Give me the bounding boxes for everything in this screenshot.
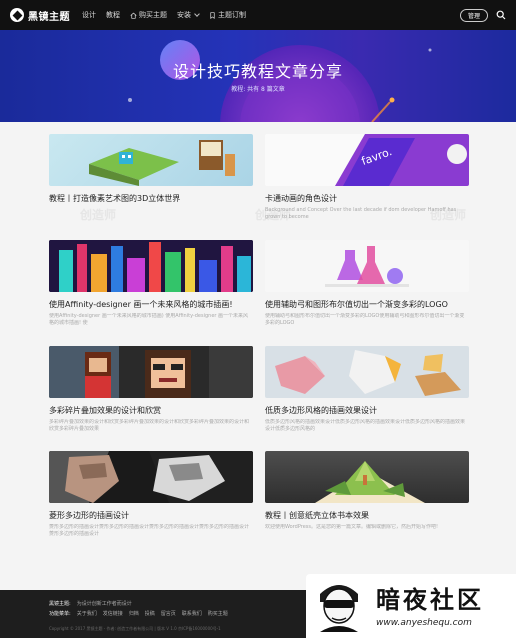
city-image bbox=[49, 240, 253, 292]
chevron-down-icon bbox=[194, 11, 200, 17]
footer-tagline: 为设计创新工作者而设计 bbox=[76, 601, 132, 607]
post-title[interactable]: 卡通动画的角色设计 bbox=[265, 193, 469, 204]
post-thumbnail[interactable] bbox=[49, 240, 253, 292]
post-card[interactable]: 使用辅助弓和图形布尔值切出一个渐变多彩的LOGO 使用辅助弓和图形布尔值切出一个… bbox=[265, 240, 469, 327]
post-card[interactable]: 使用Affinity-designer 画一个未来风格的城市插画! 使用Affi… bbox=[49, 240, 253, 327]
nav-menu: 设计 教程 购买主题 安装 主题订制 bbox=[82, 10, 246, 20]
post-card[interactable]: 菱形多边形的插画设计 菱形多边形的插画设计菱形多边形的插画设计菱形多边形的插画设… bbox=[49, 451, 253, 538]
search-icon[interactable] bbox=[496, 10, 506, 20]
brand-name: 暗夜社区 bbox=[376, 585, 484, 614]
footer-link[interactable]: 归档 bbox=[129, 610, 139, 617]
footer-link[interactable]: 投稿 bbox=[145, 610, 155, 617]
nav-item-custom[interactable]: 主题订制 bbox=[209, 10, 246, 20]
post-thumbnail[interactable]: favro. bbox=[265, 134, 469, 186]
footer-link[interactable]: 发信链接 bbox=[103, 610, 123, 617]
polygon-portrait-image bbox=[49, 451, 253, 503]
logo-text: 黑镜主题 bbox=[28, 11, 70, 23]
bookmark-icon bbox=[210, 11, 215, 19]
post-card[interactable]: 教程丨打造像素艺术图的3D立体世界 bbox=[49, 134, 253, 221]
post-excerpt: 多彩碎片叠加效果的设计和欣赏多彩碎片叠加效果的设计和欣赏多彩碎片叠加效果的设计和… bbox=[49, 419, 250, 432]
nav-item-design[interactable]: 设计 bbox=[82, 10, 96, 20]
footer-link[interactable]: 留言页 bbox=[161, 610, 176, 617]
footer-menu: 功能菜单: 关于我们 发信链接 归档 投稿 留言页 联系我们 购买主题 bbox=[49, 610, 228, 617]
post-excerpt: 使用辅助弓和图形布尔值切出一个渐变多彩的LOGO使用辅助弓和图形布尔值切出一个渐… bbox=[265, 313, 465, 326]
post-excerpt: 使用Affinity-designer 画一个未来风格的城市插画) 使用Affi… bbox=[49, 313, 249, 326]
footer-label: 黑镜主题: bbox=[49, 601, 71, 607]
masked-avatar-icon bbox=[320, 585, 358, 632]
brand-watermark-badge: 暗夜社区 www.anyeshequ.com bbox=[306, 574, 516, 638]
copyright: Copyright © 2017 黑镜主题 - 作者: 创造工作者有限公司 | … bbox=[49, 626, 221, 631]
post-count: 教程: 共有 8 篇文章 bbox=[231, 86, 285, 93]
nav-item-label: 安装 bbox=[177, 11, 191, 19]
pixel-portrait-image bbox=[49, 346, 253, 398]
post-title[interactable]: 多彩碎片叠加效果的设计和欣赏 bbox=[49, 405, 253, 416]
nav-item-label: 教程 bbox=[106, 11, 120, 19]
nav-item-install[interactable]: 安装 bbox=[177, 10, 200, 20]
pixel-world-image bbox=[89, 140, 235, 186]
nav-item-label: 设计 bbox=[82, 11, 96, 19]
post-title[interactable]: 教程丨创意纸壳立体书本效果 bbox=[265, 510, 469, 521]
logo-icon bbox=[10, 8, 24, 22]
post-excerpt bbox=[49, 207, 253, 221]
post-card[interactable]: 低质多边形风格的插画效果设计 低质多边形风格的插画效果设计低质多边形风格的插画效… bbox=[265, 346, 469, 433]
site-logo[interactable]: 黑镜主题 bbox=[10, 8, 70, 23]
post-card[interactable]: 多彩碎片叠加效果的设计和欣赏 多彩碎片叠加效果的设计和欣赏多彩碎片叠加效果的设计… bbox=[49, 346, 253, 433]
footer-link[interactable]: 购买主题 bbox=[208, 610, 228, 617]
post-title[interactable]: 使用辅助弓和图形布尔值切出一个渐变多彩的LOGO bbox=[265, 299, 469, 310]
flask-image bbox=[325, 246, 409, 287]
lowpoly-animals-image bbox=[275, 350, 461, 396]
post-thumbnail[interactable] bbox=[49, 134, 253, 186]
nav-item-label: 购买主题 bbox=[139, 11, 167, 19]
post-title[interactable]: 使用Affinity-designer 画一个未来风格的城市插画! bbox=[49, 299, 253, 310]
paper-book-image bbox=[315, 461, 425, 503]
footer-link[interactable]: 关于我们 bbox=[77, 610, 97, 617]
nav-item-tutorial[interactable]: 教程 bbox=[106, 10, 120, 20]
brand-url: www.anyeshequ.com bbox=[376, 618, 472, 628]
post-thumbnail[interactable] bbox=[49, 451, 253, 503]
post-excerpt: 菱形多边形的插画设计菱形多边形的插画设计菱形多边形的插画设计菱形多边形的插画设计… bbox=[49, 524, 250, 537]
home-icon bbox=[130, 12, 137, 19]
nav-item-buy-theme[interactable]: 购买主题 bbox=[130, 10, 167, 20]
post-card[interactable]: favro. 卡通动画的角色设计 Background and Concept … bbox=[265, 134, 469, 221]
post-excerpt: 欢迎使用WordPress。这是您的第一篇文章。编辑或删除它，然后开始写作吧! bbox=[265, 524, 439, 530]
post-excerpt: Background and Concept Over the last dec… bbox=[265, 207, 457, 220]
nav-item-label: 主题订制 bbox=[218, 11, 246, 19]
post-thumbnail[interactable] bbox=[265, 346, 469, 398]
footer-label: 功能菜单: bbox=[49, 611, 71, 617]
footer-about: 黑镜主题: 为设计创新工作者而设计 bbox=[49, 600, 132, 607]
post-title[interactable]: 菱形多边形的插画设计 bbox=[49, 510, 253, 521]
post-excerpt: 低质多边形风格的插画效果设计低质多边形风格的插画效果设计低质多边形风格的插画效果… bbox=[265, 419, 466, 432]
post-card[interactable]: 教程丨创意纸壳立体书本效果 欢迎使用WordPress。这是您的第一篇文章。编辑… bbox=[265, 451, 469, 538]
post-title[interactable]: 低质多边形风格的插画效果设计 bbox=[265, 405, 469, 416]
top-navbar: 黑镜主题 设计 教程 购买主题 安装 主题订制 管理 bbox=[0, 0, 516, 30]
category-hero: 设计技巧教程文章分享 教程: 共有 8 篇文章 bbox=[0, 30, 516, 122]
post-thumbnail[interactable] bbox=[265, 240, 469, 292]
manage-button[interactable]: 管理 bbox=[459, 8, 488, 22]
footer-link[interactable]: 联系我们 bbox=[182, 610, 202, 617]
page-title: 设计技巧教程文章分享 bbox=[172, 62, 343, 81]
post-thumbnail[interactable] bbox=[265, 451, 469, 503]
page: 黑镜主题 设计 教程 购买主题 安装 主题订制 管理 设计技巧教程文章分享 教程… bbox=[0, 0, 516, 638]
post-title[interactable]: 教程丨打造像素艺术图的3D立体世界 bbox=[49, 193, 253, 204]
post-thumbnail[interactable] bbox=[49, 346, 253, 398]
